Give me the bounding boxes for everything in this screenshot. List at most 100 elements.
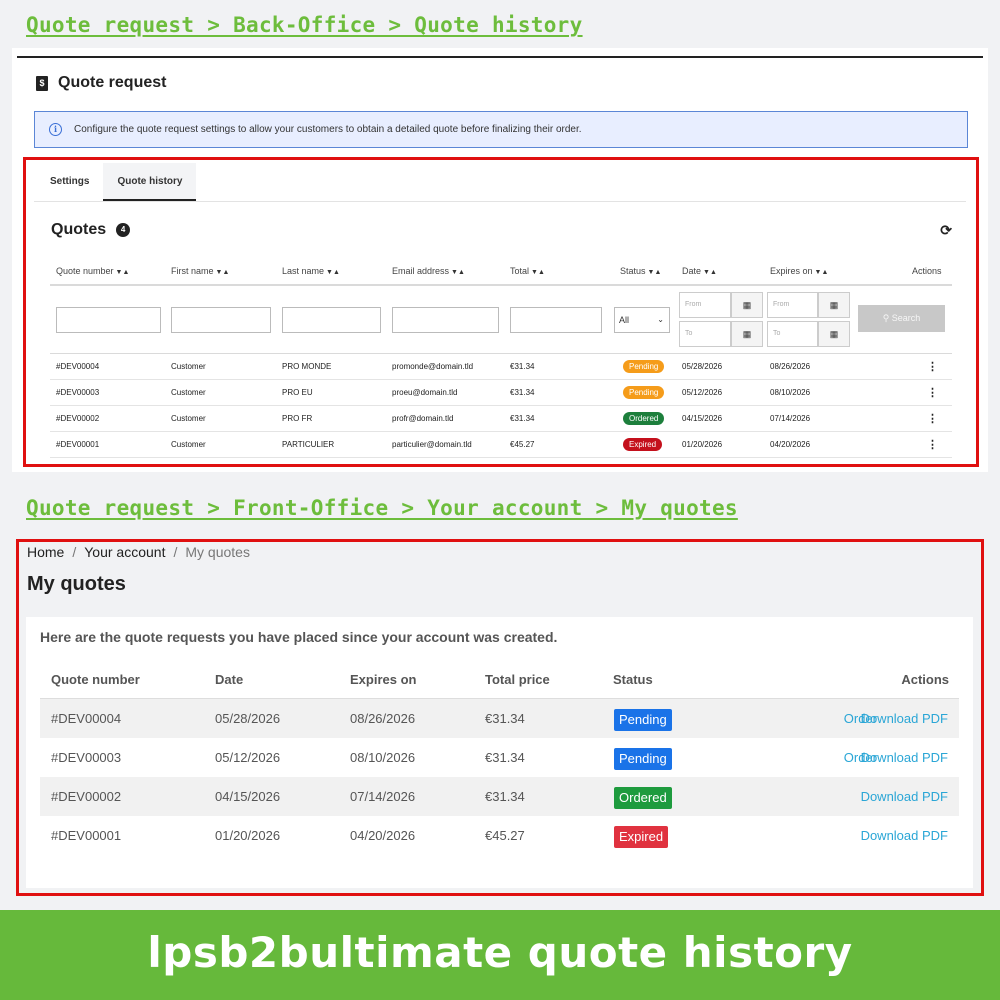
- filter-expires-to-input[interactable]: To: [767, 321, 818, 347]
- cell-quote-number: #DEV00001: [56, 440, 100, 449]
- sort-icon[interactable]: ▼▲: [216, 269, 230, 276]
- cell-quote-number: #DEV00004: [51, 711, 122, 726]
- sort-icon[interactable]: ▼▲: [815, 269, 829, 276]
- cell-expires-on: 07/14/2026: [770, 414, 811, 423]
- column-header-date: Date: [215, 672, 244, 687]
- cell-total: €45.27: [485, 828, 525, 843]
- calendar-icon[interactable]: ▦: [731, 292, 763, 318]
- filter-date-from-input[interactable]: From: [679, 292, 731, 318]
- status-badge: Expired: [614, 825, 669, 848]
- tab-quote-history[interactable]: Quote history: [103, 163, 197, 201]
- invoice-document-icon: $: [36, 75, 48, 91]
- breadcrumb-account-link[interactable]: Your account: [84, 544, 165, 560]
- cell-date: 05/12/2026: [682, 388, 723, 397]
- status-badge: Ordered: [623, 412, 665, 426]
- sort-icon[interactable]: ▼▲: [451, 269, 465, 276]
- column-header-email[interactable]: Email address ▼▲: [392, 266, 465, 276]
- calendar-icon[interactable]: ▦: [731, 321, 763, 347]
- download-pdf-link[interactable]: Download PDF: [861, 711, 948, 726]
- more-actions-icon[interactable]: ⋮: [927, 354, 938, 380]
- quotes-header: Quotes 4: [51, 221, 131, 239]
- filter-first-name-input[interactable]: [171, 307, 271, 333]
- footer-banner-text: lpsb2bultimate quote history: [147, 928, 853, 977]
- column-header-quote-number[interactable]: Quote number ▼▲: [56, 266, 129, 276]
- column-header-last-name[interactable]: Last name ▼▲: [282, 266, 340, 276]
- column-header-expires-on: Expires on: [350, 672, 417, 687]
- cell-total: €31.34: [485, 750, 525, 765]
- filter-expires-from-input[interactable]: From: [767, 292, 818, 318]
- column-header-expires-on[interactable]: Expires on ▼▲: [770, 266, 828, 276]
- table-row: #DEV00001 01/20/2026 04/20/2026 €45.27 E…: [40, 816, 959, 855]
- cell-total: €31.34: [485, 711, 525, 726]
- filter-date-to-input[interactable]: To: [679, 321, 731, 347]
- cell-total: €45.27: [510, 440, 535, 449]
- cell-first-name: Customer: [171, 388, 206, 397]
- column-header-status[interactable]: Status ▼▲: [620, 266, 661, 276]
- column-header-date[interactable]: Date ▼▲: [682, 266, 717, 276]
- download-pdf-link[interactable]: Download PDF: [861, 750, 948, 765]
- more-actions-icon[interactable]: ⋮: [927, 380, 938, 406]
- cell-first-name: Customer: [171, 362, 206, 371]
- cell-last-name: PRO FR: [282, 414, 313, 423]
- tab-settings[interactable]: Settings: [36, 163, 103, 201]
- status-badge: Pending: [614, 747, 672, 770]
- sort-icon[interactable]: ▼▲: [703, 269, 717, 276]
- page-title: Quote request: [58, 74, 167, 91]
- header-divider: [50, 284, 952, 286]
- cell-total: €31.34: [510, 362, 535, 371]
- status-badge: Expired: [623, 438, 663, 452]
- sort-icon[interactable]: ▼▲: [116, 269, 130, 276]
- table-row: #DEV00002 Customer PRO FR profr@domain.t…: [50, 406, 952, 432]
- cell-date: 04/15/2026: [682, 414, 723, 423]
- cell-last-name: PRO MONDE: [282, 362, 332, 371]
- more-actions-icon[interactable]: ⋮: [927, 406, 938, 432]
- filter-email-input[interactable]: [392, 307, 499, 333]
- search-button[interactable]: ⚲ Search: [858, 305, 945, 332]
- cell-email: profr@domain.tld: [392, 414, 454, 423]
- quotes-card: Quotes 4 ⟳ Quote number ▼▲ First name ▼▲ L…: [34, 201, 966, 459]
- my-quotes-intro: Here are the quote requests you have pla…: [40, 629, 558, 645]
- footer-banner: lpsb2bultimate quote history: [0, 910, 1000, 1000]
- calendar-icon[interactable]: ▦: [818, 292, 850, 318]
- sort-icon[interactable]: ▼▲: [648, 269, 662, 276]
- download-pdf-link[interactable]: Download PDF: [861, 828, 948, 843]
- info-text: Configure the quote request settings to …: [74, 124, 582, 135]
- filter-last-name-input[interactable]: [282, 307, 381, 333]
- filter-quote-number-input[interactable]: [56, 307, 161, 333]
- cell-expires-on: 08/10/2026: [770, 388, 811, 397]
- table-row: #DEV00003 Customer PRO EU proeu@domain.t…: [50, 380, 952, 406]
- cell-quote-number: #DEV00002: [56, 414, 100, 423]
- refresh-icon[interactable]: ⟳: [940, 222, 952, 239]
- table-row: #DEV00001 Customer PARTICULIER particuli…: [50, 432, 952, 458]
- back-office-section-heading: Quote request > Back-Office > Quote hist…: [26, 13, 583, 37]
- quotes-count-badge: 4: [116, 223, 131, 237]
- more-actions-icon[interactable]: ⋮: [927, 432, 938, 458]
- status-badge: Pending: [623, 386, 665, 400]
- download-pdf-link[interactable]: Download PDF: [861, 789, 948, 804]
- column-header-actions: Actions: [912, 266, 942, 276]
- table-row: #DEV00004 05/28/2026 08/26/2026 €31.34 P…: [40, 699, 959, 738]
- cell-expires-on: 07/14/2026: [350, 789, 416, 804]
- breadcrumb-home-link[interactable]: Home: [27, 544, 64, 560]
- cell-quote-number: #DEV00003: [56, 388, 100, 397]
- cell-quote-number: #DEV00002: [51, 789, 122, 804]
- status-badge: Pending: [623, 360, 665, 374]
- sort-icon[interactable]: ▼▲: [531, 269, 545, 276]
- filter-status-select[interactable]: All ⌄: [614, 307, 670, 333]
- calendar-icon[interactable]: ▦: [818, 321, 850, 347]
- cell-quote-number: #DEV00003: [51, 750, 122, 765]
- my-quotes-title: My quotes: [27, 573, 126, 595]
- sort-icon[interactable]: ▼▲: [326, 269, 340, 276]
- column-header-total[interactable]: Total ▼▲: [510, 266, 545, 276]
- column-header-status: Status: [613, 672, 653, 687]
- info-alert: i Configure the quote request settings t…: [34, 111, 968, 148]
- cell-expires-on: 08/26/2026: [350, 711, 416, 726]
- cell-last-name: PARTICULIER: [282, 440, 335, 449]
- cell-email: proeu@domain.tld: [392, 388, 458, 397]
- column-header-actions: Actions: [901, 672, 949, 687]
- cell-total: €31.34: [510, 414, 535, 423]
- cell-date: 04/15/2026: [215, 789, 281, 804]
- column-header-first-name[interactable]: First name ▼▲: [171, 266, 229, 276]
- filter-total-input[interactable]: [510, 307, 602, 333]
- cell-expires-on: 04/20/2026: [770, 440, 811, 449]
